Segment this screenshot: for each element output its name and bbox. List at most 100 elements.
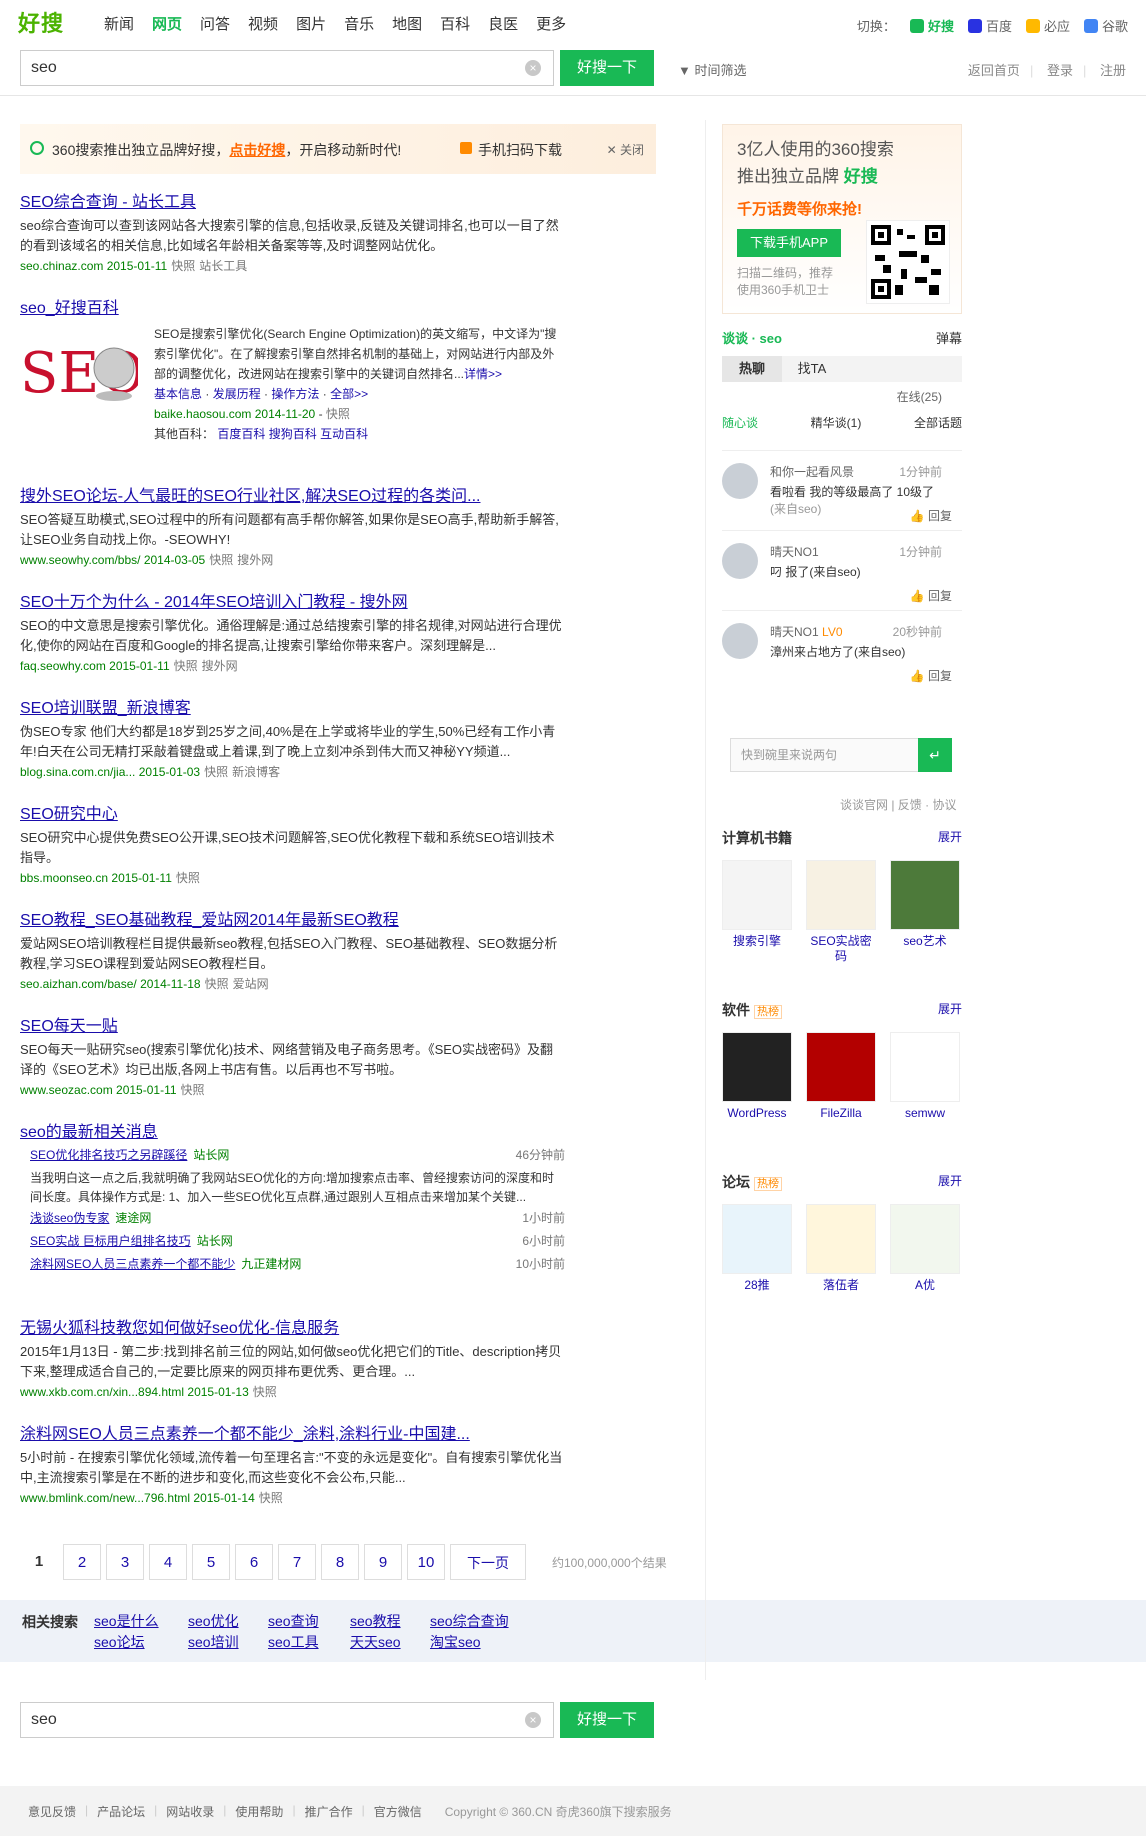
snapshot-link[interactable]: 快照 (209, 553, 233, 567)
app-ad[interactable]: 3亿人使用的360搜索 推出独立品牌 好搜 千万话费等你来抢! 下载手机APP … (722, 124, 962, 314)
online-count[interactable]: 在线(25) (897, 388, 942, 405)
footer-link[interactable]: 意见反馈 (28, 1803, 76, 1820)
register-link[interactable]: 注册 (1100, 63, 1126, 78)
bottom-search-button[interactable]: 好搜一下 (560, 1702, 654, 1738)
module-item[interactable]: seo艺术 (890, 860, 960, 964)
result-title[interactable]: 无锡火狐科技教您如何做好seo优化-信息服务 (20, 1318, 565, 1340)
result-title[interactable]: SEO教程_SEO基础教程_爱站网2014年最新SEO教程 (20, 910, 565, 932)
reply-button[interactable]: 👍 回复 (910, 667, 952, 684)
page-link[interactable]: 9 (364, 1544, 402, 1580)
module-item[interactable]: A优 (890, 1204, 960, 1293)
nav-baike[interactable]: 百科 (440, 14, 470, 36)
page-link[interactable]: 3 (106, 1544, 144, 1580)
related-link[interactable]: seo工具 (268, 1633, 350, 1652)
time-filter[interactable]: ▼ 时间筛选 (678, 60, 747, 79)
nav-map[interactable]: 地图 (392, 14, 422, 36)
snapshot-link[interactable]: 快照 (204, 765, 228, 779)
source-link[interactable]: 新浪博客 (232, 765, 280, 779)
expand-button[interactable]: 展开 (938, 1172, 962, 1192)
baike-link-method[interactable]: 操作方法 (271, 387, 319, 401)
snapshot-link[interactable]: 快照 (176, 871, 200, 885)
subtab-best[interactable]: 精华谈(1) (811, 414, 862, 431)
baike-link-history[interactable]: 发展历程 (213, 387, 261, 401)
baike-link-basic[interactable]: 基本信息 (154, 387, 202, 401)
nav-video[interactable]: 视频 (248, 14, 278, 36)
nav-doctor[interactable]: 良医 (488, 14, 518, 36)
page-link[interactable]: 7 (278, 1544, 316, 1580)
module-item[interactable]: SEO实战密码 (806, 860, 876, 964)
footer-link[interactable]: 产品论坛 (97, 1803, 145, 1820)
source-link[interactable]: 爱站网 (233, 977, 269, 991)
download-app-button[interactable]: 下载手机APP (737, 229, 841, 257)
related-link[interactable]: seo是什么 (94, 1612, 188, 1631)
result-title[interactable]: SEO培训联盟_新浪博客 (20, 698, 565, 720)
news-title[interactable]: seo的最新相关消息 (20, 1122, 565, 1144)
baike-link-all[interactable]: 全部>> (330, 387, 368, 401)
danmu-toggle[interactable]: 弹幕 (936, 328, 962, 347)
switch-google[interactable]: 谷歌 (1083, 16, 1128, 35)
footer-link[interactable]: 推广合作 (305, 1803, 353, 1820)
snapshot-link[interactable]: 快照 (171, 259, 195, 273)
snapshot-link[interactable]: 快照 (326, 407, 350, 421)
result-title[interactable]: SEO十万个为什么 - 2014年SEO培训入门教程 - 搜外网 (20, 592, 565, 614)
nav-news[interactable]: 新闻 (104, 14, 134, 36)
snapshot-link[interactable]: 快照 (174, 659, 198, 673)
module-item[interactable]: semww (890, 1032, 960, 1121)
promo-link[interactable]: 点击好搜 (229, 142, 285, 158)
snapshot-link[interactable]: 快照 (253, 1385, 277, 1399)
result-title[interactable]: 涂料网SEO人员三点素养一个都不能少_涂料,涂料行业-中国建... (20, 1424, 565, 1446)
page-link[interactable]: 8 (321, 1544, 359, 1580)
chat-links[interactable]: 谈谈官网 | 反馈 · 协议 (840, 796, 956, 813)
result-title[interactable]: SEO每天一贴 (20, 1016, 565, 1038)
snapshot-link[interactable]: 快照 (181, 1083, 205, 1097)
page-link[interactable]: 2 (63, 1544, 101, 1580)
baike-more-link[interactable]: 详情>> (464, 367, 502, 381)
search-input[interactable]: seo × (20, 50, 554, 86)
seo-logo-image[interactable]: SEO (20, 330, 145, 410)
related-link[interactable]: seo培训 (188, 1633, 268, 1652)
subtab-all[interactable]: 全部话题 (914, 414, 962, 431)
page-link[interactable]: 5 (192, 1544, 230, 1580)
page-link[interactable]: 4 (149, 1544, 187, 1580)
expand-button[interactable]: 展开 (938, 1000, 962, 1020)
footer-link[interactable]: 网站收录 (166, 1803, 214, 1820)
subtab-free[interactable]: 随心谈 (722, 414, 758, 431)
result-title[interactable]: SEO综合查询 - 站长工具 (20, 192, 565, 214)
expand-button[interactable]: 展开 (938, 828, 962, 848)
send-button[interactable]: ↵ (918, 738, 952, 772)
back-home-link[interactable]: 返回首页 (968, 63, 1020, 78)
baike-title[interactable]: seo_好搜百科 (20, 298, 565, 320)
result-title[interactable]: SEO研究中心 (20, 804, 565, 826)
source-link[interactable]: 搜外网 (202, 659, 238, 673)
footer-link[interactable]: 使用帮助 (235, 1803, 283, 1820)
module-item[interactable]: WordPress (722, 1032, 792, 1121)
switch-baidu[interactable]: 百度 (967, 16, 1012, 35)
module-item[interactable]: 搜索引擎 (722, 860, 792, 964)
related-link[interactable]: seo优化 (188, 1612, 268, 1631)
login-link[interactable]: 登录 (1047, 63, 1073, 78)
nav-images[interactable]: 图片 (296, 14, 326, 36)
related-link[interactable]: seo教程 (350, 1612, 430, 1631)
module-item[interactable]: 28推 (722, 1204, 792, 1293)
switch-bing[interactable]: 必应 (1025, 16, 1070, 35)
sogou-baike-link[interactable]: 搜狗百科 (269, 427, 317, 441)
bottom-search-input[interactable]: seo × (20, 1702, 554, 1738)
snapshot-link[interactable]: 快照 (205, 977, 229, 991)
snapshot-link[interactable]: 快照 (259, 1491, 283, 1505)
module-item[interactable]: FileZilla (806, 1032, 876, 1121)
tab-hot-chat[interactable]: 热聊 (722, 356, 782, 382)
page-link[interactable]: 10 (407, 1544, 445, 1580)
mobile-download-link[interactable]: 手机扫码下载 (478, 140, 562, 160)
footer-link[interactable]: 官方微信 (374, 1803, 422, 1820)
page-link[interactable]: 6 (235, 1544, 273, 1580)
nav-music[interactable]: 音乐 (344, 14, 374, 36)
chat-input[interactable]: 快到碗里来说两句 (730, 738, 950, 772)
related-link[interactable]: seo综合查询 (430, 1612, 530, 1631)
source-link[interactable]: 站长工具 (199, 259, 247, 273)
module-item[interactable]: 落伍者 (806, 1204, 876, 1293)
nav-web[interactable]: 网页 (152, 14, 182, 36)
related-link[interactable]: 天天seo (350, 1633, 430, 1652)
avatar[interactable] (722, 463, 758, 499)
reply-button[interactable]: 👍 回复 (910, 587, 952, 604)
reply-button[interactable]: 👍 回复 (910, 507, 952, 524)
